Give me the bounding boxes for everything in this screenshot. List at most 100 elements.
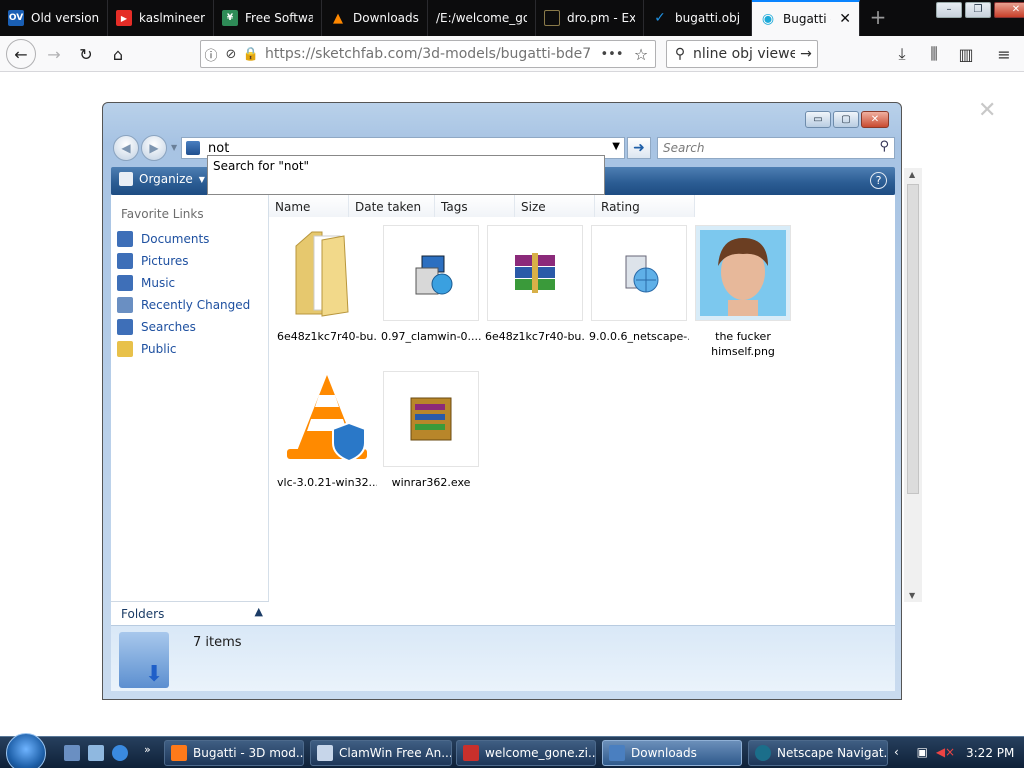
file-item[interactable]: 9.0.0.6_netscape-... xyxy=(589,225,689,344)
file-item[interactable]: the fucker himself.png xyxy=(693,225,793,359)
file-item[interactable]: 0.97_clamwin-0.... xyxy=(381,225,481,344)
column-header-name[interactable]: Name xyxy=(269,195,349,217)
file-item[interactable]: 6e48z1kc7r40-bu... xyxy=(485,225,585,344)
library-icon[interactable]: ⫼ xyxy=(920,40,948,68)
chevron-up-icon: ▲ xyxy=(254,605,263,618)
close-tab-icon[interactable]: ✕ xyxy=(839,11,851,27)
tab-dro-pm[interactable]: dro.pm - Ext xyxy=(536,0,644,36)
sketchfab-icon: ◉ xyxy=(761,11,775,27)
explorer-close-button[interactable]: ✕ xyxy=(861,111,889,128)
url-bar[interactable]: ⓘ ⊘ 🔒 https://sketchfab.com/3d-models/bu… xyxy=(200,40,656,68)
winrar-icon xyxy=(463,745,479,761)
column-header-rating[interactable]: Rating xyxy=(595,195,695,217)
tab-bugatti-obj[interactable]: ✓ bugatti.obj | xyxy=(644,0,752,36)
search-icon[interactable]: ⚲ xyxy=(879,139,889,154)
taskbar-button-bugatti[interactable]: Bugatti - 3D mod... xyxy=(164,740,304,766)
tab-kaslmineer[interactable]: ▶ kaslmineer7 xyxy=(108,0,214,36)
favorite-links-title: Favorite Links xyxy=(121,207,204,221)
favorite-link-pictures[interactable]: Pictures xyxy=(117,251,189,271)
taskbar-button-label: Downloads xyxy=(631,746,697,760)
tab-bugatti-active[interactable]: ◉ Bugatti - ✕ xyxy=(752,0,860,36)
favorite-link-recently-changed[interactable]: Recently Changed xyxy=(117,295,250,315)
downloads-folder-icon: ⬇ xyxy=(119,632,169,688)
favorite-link-documents[interactable]: Documents xyxy=(117,229,209,249)
sidebar-icon[interactable]: ▥ xyxy=(952,40,980,68)
installer-globe-icon xyxy=(591,225,687,321)
minimize-window-button[interactable]: – xyxy=(936,2,962,18)
start-button[interactable] xyxy=(6,733,46,768)
help-icon[interactable]: ? xyxy=(870,172,887,189)
tab-old-versions[interactable]: OV Old versions xyxy=(0,0,108,36)
taskbar-button-label: ClamWin Free An... xyxy=(339,746,452,760)
folders-toggle[interactable]: Folders ▲ xyxy=(111,601,269,625)
autocomplete-suggestion[interactable]: Search for "not" xyxy=(213,159,309,173)
tray-expand-icon[interactable]: ‹ xyxy=(894,745,899,759)
quicklaunch-chevron-icon[interactable]: » xyxy=(144,743,151,756)
taskbar-button-clamwin[interactable]: ClamWin Free An... xyxy=(310,740,452,766)
home-icon[interactable]: ⌂ xyxy=(104,40,132,68)
explorer-window: ▭ ▢ ✕ ◀ ▶ ▼ not ▼ ➜ Search ⚲ Search for … xyxy=(102,102,902,700)
forward-arrow-icon[interactable]: → xyxy=(40,40,68,68)
bookmark-star-icon[interactable]: ☆ xyxy=(627,45,655,64)
volume-muted-icon[interactable]: ◀× xyxy=(936,745,955,759)
viewer-close-icon[interactable]: ✕ xyxy=(978,98,996,123)
column-header-tags[interactable]: Tags xyxy=(435,195,515,217)
explorer-back-icon[interactable]: ◀ xyxy=(113,135,139,161)
tab-label: dro.pm - Ext xyxy=(567,11,635,25)
taskbar-button-welcome-gone[interactable]: welcome_gone.zi... xyxy=(456,740,596,766)
search-field-value[interactable]: nline obj viewer xyxy=(693,46,795,62)
tab-downloads[interactable]: ▲ Downloads xyxy=(322,0,428,36)
maximize-window-button[interactable]: ❐ xyxy=(965,2,991,18)
page-scrollbar[interactable]: ▲ ▼ xyxy=(904,168,922,602)
explorer-forward-icon[interactable]: ▶ xyxy=(141,135,167,161)
file-item[interactable]: 6e48z1kc7r40-bu... xyxy=(277,225,377,344)
tab-free-software[interactable]: ¥ Free Softwar xyxy=(214,0,322,36)
file-name: winrar362.exe xyxy=(391,476,471,489)
scrollbar-thumb[interactable] xyxy=(907,184,919,494)
column-header-size[interactable]: Size xyxy=(515,195,595,217)
scroll-down-icon[interactable]: ▼ xyxy=(909,591,915,600)
clamwin-icon xyxy=(317,745,333,761)
new-tab-button[interactable]: + xyxy=(866,4,890,32)
lock-icon[interactable]: 🔒 xyxy=(241,47,261,62)
tracking-protection-icon[interactable]: ⊘ xyxy=(221,47,241,62)
go-button[interactable]: ➜ xyxy=(627,137,651,159)
download-icon[interactable]: ⤓ xyxy=(888,40,916,68)
web-search-field[interactable]: ⚲ nline obj viewer → xyxy=(666,40,818,68)
file-item[interactable]: vlc-3.0.21-win32.... xyxy=(277,371,377,490)
taskbar-button-downloads[interactable]: Downloads xyxy=(602,740,742,766)
address-value[interactable]: not xyxy=(208,141,229,156)
go-arrow-icon[interactable]: → xyxy=(795,46,817,62)
close-window-button[interactable]: ✕ xyxy=(994,2,1024,18)
explorer-search-input[interactable]: Search ⚲ xyxy=(657,137,895,159)
winrar-archive-icon xyxy=(487,225,583,321)
tab-welcome-gone[interactable]: /E:/welcome_go xyxy=(428,0,536,36)
organize-button[interactable]: Organize ▼ xyxy=(119,172,205,186)
internet-explorer-icon[interactable] xyxy=(112,745,128,761)
address-autocomplete-popup[interactable]: Search for "not" xyxy=(207,155,605,195)
tab-label: Old versions xyxy=(31,11,99,25)
column-header-date-taken[interactable]: Date taken xyxy=(349,195,435,217)
extension-icon xyxy=(544,10,560,26)
recent-pages-chevron-icon[interactable]: ▼ xyxy=(171,143,177,152)
page-actions-icon[interactable]: ••• xyxy=(597,47,627,62)
show-desktop-icon[interactable] xyxy=(64,745,80,761)
explorer-minimize-button[interactable]: ▭ xyxy=(805,111,831,128)
favorite-link-music[interactable]: Music xyxy=(117,273,175,293)
url-text[interactable]: https://sketchfab.com/3d-models/bugatti-… xyxy=(265,46,597,62)
switch-windows-icon[interactable] xyxy=(88,745,104,761)
taskbar-button-netscape[interactable]: Netscape Navigat... xyxy=(748,740,888,766)
favorite-link-public[interactable]: Public xyxy=(117,339,177,359)
network-icon[interactable]: ▣ xyxy=(917,745,928,759)
favorite-link-searches[interactable]: Searches xyxy=(117,317,196,337)
clock[interactable]: 3:22 PM xyxy=(966,746,1014,760)
menu-icon[interactable]: ≡ xyxy=(990,40,1018,68)
explorer-maximize-button[interactable]: ▢ xyxy=(833,111,859,128)
file-item[interactable]: winrar362.exe xyxy=(381,371,481,490)
info-icon[interactable]: ⓘ xyxy=(201,45,221,64)
reload-icon[interactable]: ↻ xyxy=(72,40,100,68)
back-arrow-icon[interactable]: ← xyxy=(6,39,36,69)
organize-icon xyxy=(119,172,133,186)
scroll-up-icon[interactable]: ▲ xyxy=(909,170,915,179)
address-dropdown-icon[interactable]: ▼ xyxy=(612,141,620,152)
